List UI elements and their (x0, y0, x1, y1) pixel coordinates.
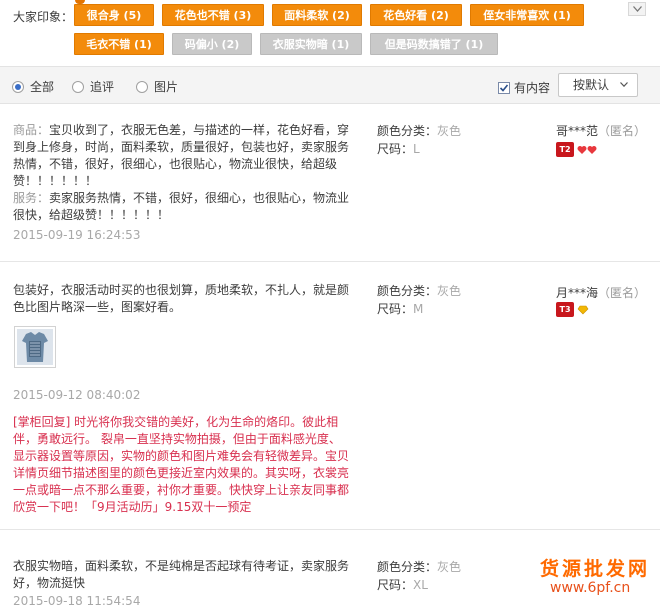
radio-dot-icon (12, 80, 24, 93)
collapse-button[interactable] (628, 2, 646, 16)
review-date: 2015-09-18 11:54:54 (13, 594, 141, 608)
size-value: L (413, 142, 420, 156)
radio-dot-icon (72, 80, 84, 93)
user-badges: T2 (556, 142, 599, 157)
review-user: 哥***范（匿名） (556, 122, 646, 139)
user-name: 月***海 (556, 286, 599, 300)
size-label: 尺码： (377, 142, 414, 156)
review-text: 衣服实物暗，面料柔软，不是纯棉是否起球有待考证，卖家服务好，物流挺快 (13, 559, 350, 590)
impression-tag[interactable]: 但是码数搞错了 (1) (370, 33, 498, 55)
filter-followup-radio[interactable]: 追评 (72, 78, 114, 95)
chevron-down-icon (620, 82, 628, 87)
radio-dot-icon (136, 80, 148, 93)
review-attributes: 颜色分类：灰色 尺码：XL (377, 558, 461, 594)
color-label: 颜色分类： (377, 124, 438, 138)
sweater-photo (17, 329, 53, 365)
chevron-down-icon (633, 6, 642, 12)
filter-bar: 全部 追评 图片 有内容 按默认 (0, 66, 660, 104)
impression-tag[interactable]: 侄女非常喜欢 (1) (470, 4, 584, 26)
has-content-checkbox[interactable]: 有内容 (498, 79, 550, 96)
filter-images-label: 图片 (154, 80, 179, 94)
service-content: 卖家服务热情，不错，很好，很细心，也很贴心，物流业很快，给超级赞！！！！！！ (13, 191, 350, 222)
sort-select[interactable]: 按默认 (558, 73, 638, 97)
watermark-logo: 货源批发网 (540, 558, 651, 580)
has-content-label: 有内容 (514, 81, 551, 95)
service-label: 服务： (13, 191, 50, 205)
user-name: 哥***范 (556, 124, 599, 138)
goods-label: 商品： (13, 123, 50, 137)
review-user: 月***海（匿名） (556, 284, 646, 301)
level-badge: T3 (556, 302, 574, 317)
filter-followup-label: 追评 (90, 80, 115, 94)
review-text: 包装好，衣服活动时买的也很划算，质地柔软，不扎人，就是颜色比图片略深一些，图案好… (13, 283, 350, 314)
anonymous-label: （匿名） (598, 286, 647, 300)
color-value: 灰色 (437, 124, 462, 138)
checkbox-icon (498, 81, 510, 94)
size-label: 尺码： (377, 302, 414, 316)
size-label: 尺码： (377, 578, 414, 592)
review-attributes: 颜色分类：灰色 尺码：L (377, 122, 461, 158)
sort-select-value: 按默认 (573, 78, 610, 92)
review-service-text: 服务：卖家服务热情，不错，很好，很细心，也很贴心，物流业很快，给超级赞！！！！！… (13, 190, 353, 224)
filter-all-radio[interactable]: 全部 (12, 78, 54, 95)
impressions-label: 大家印象： (13, 10, 74, 24)
impression-tag[interactable]: 衣服实物暗 (1) (260, 33, 362, 55)
size-value: M (413, 302, 424, 316)
shop-reply: [掌柜回复] 时光将你我交错的美好，化为生命的烙印。彼此相伴，勇敢远行。 裂帛一… (13, 415, 350, 514)
impressions-panel: 大家印象： 很合身 (5) 花色也不错 (3) 面料柔软 (2) 花色好看 (2… (0, 0, 660, 62)
review-goods-text: 商品：宝贝收到了，衣服无色差，与描述的一样，花色好看，穿到身上修身，时尚，面料柔… (13, 122, 353, 190)
impression-tag[interactable]: 花色也不错 (3) (162, 4, 264, 26)
color-value: 灰色 (437, 560, 462, 574)
impression-tag[interactable]: 毛衣不错 (1) (74, 33, 164, 55)
heart-icon (577, 145, 597, 154)
impression-tag[interactable]: 面料柔软 (2) (272, 4, 362, 26)
anonymous-label: （匿名） (598, 124, 647, 138)
color-label: 颜色分类： (377, 284, 438, 298)
watermark-url: www.6pf.cn (550, 580, 631, 596)
review-date: 2015-09-12 08:40:02 (13, 388, 141, 402)
filter-images-radio[interactable]: 图片 (136, 78, 178, 95)
filter-all-label: 全部 (30, 80, 55, 94)
review-item: 包装好，衣服活动时买的也很划算，质地柔软，不扎人，就是颜色比图片略深一些，图案好… (0, 262, 660, 530)
color-label: 颜色分类： (377, 560, 438, 574)
color-value: 灰色 (437, 284, 462, 298)
review-photo[interactable] (14, 326, 56, 368)
size-value: XL (413, 578, 428, 592)
impression-tag[interactable]: 码偏小 (2) (172, 33, 252, 55)
impression-tag[interactable]: 很合身 (5) (74, 4, 154, 26)
review-date: 2015-09-19 16:24:53 (13, 228, 141, 242)
user-badges: T3 (556, 302, 589, 317)
level-badge: T2 (556, 142, 574, 157)
review-item: 商品：宝贝收到了，衣服无色差，与描述的一样，花色好看，穿到身上修身，时尚，面料柔… (0, 104, 660, 262)
diamond-icon (577, 305, 589, 314)
goods-content: 宝贝收到了，衣服无色差，与描述的一样，花色好看，穿到身上修身，时尚，面料柔软，质… (13, 123, 350, 188)
review-attributes: 颜色分类：灰色 尺码：M (377, 282, 461, 318)
impression-tag[interactable]: 花色好看 (2) (370, 4, 462, 26)
